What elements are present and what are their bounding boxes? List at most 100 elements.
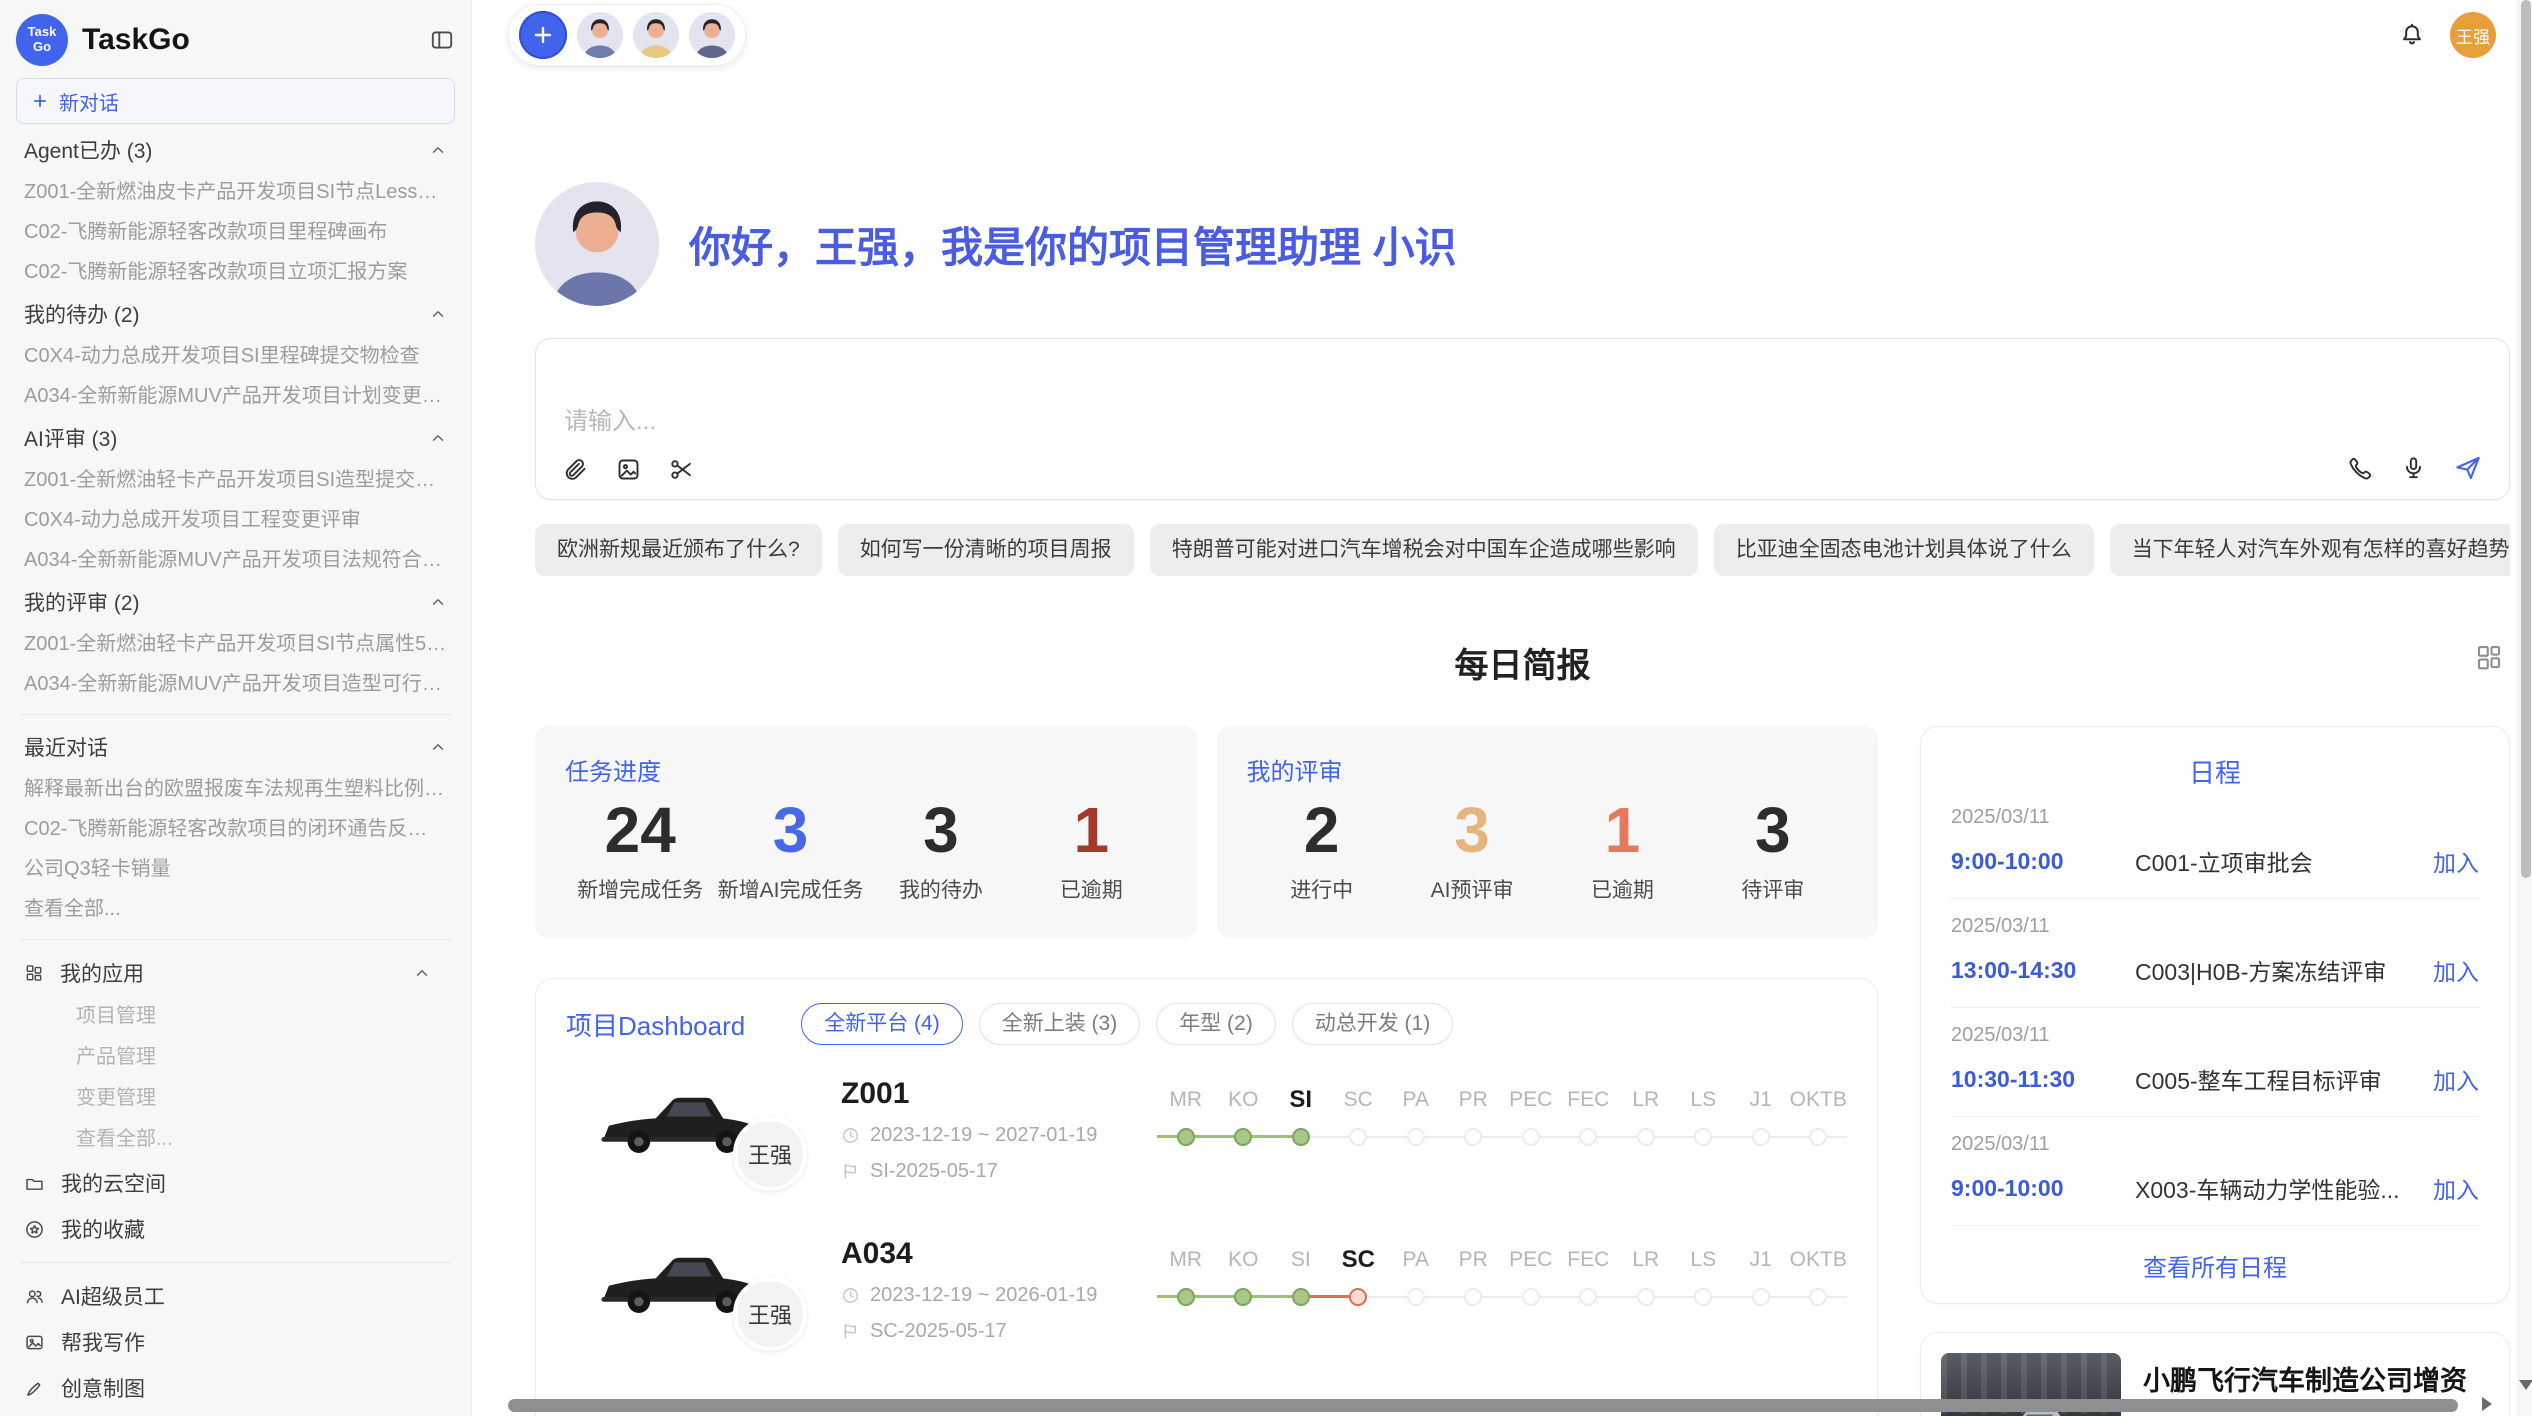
sidebar-item[interactable]: 我的云空间: [16, 1160, 455, 1206]
stat-values: 24 新增完成任务 3 新增AI完成任务 3 我的待办 1 已逾期: [565, 789, 1167, 904]
schedule-title: 日程: [1951, 753, 2479, 790]
schedule-time: 10:30-11:30: [1951, 1066, 2113, 1093]
divider: [20, 939, 451, 940]
sidebar-item[interactable]: Z001-全新燃油轻卡产品开发项目SI节点属性5D文件评审: [16, 624, 455, 664]
sidebar-section-header[interactable]: AI评审 (3): [16, 416, 455, 460]
app-logo: Task Go: [16, 14, 68, 66]
stat-card-title: 任务进度: [565, 752, 1167, 787]
suggestion-chip[interactable]: 比亚迪全固态电池计划具体说了什么: [1714, 524, 2094, 576]
join-link[interactable]: 加入: [2433, 1062, 2479, 1096]
horizontal-scrollbar[interactable]: [508, 1399, 2458, 1413]
stat-label: 我的待办: [866, 874, 1016, 904]
view-all-schedule-link[interactable]: 查看所有日程: [1951, 1226, 2479, 1283]
vertical-scrollbar-thumb[interactable]: [2521, 0, 2531, 878]
plus-icon: [31, 92, 49, 110]
sidebar-app-item[interactable]: 项目管理: [16, 996, 455, 1037]
horizontal-scrollbar-thumb[interactable]: [508, 1399, 2458, 1412]
milestone-dot: [1809, 1288, 1827, 1306]
image-icon[interactable]: [615, 456, 642, 483]
stat: 3 待评审: [1698, 789, 1848, 904]
milestone-dot: [1234, 1288, 1252, 1306]
phone-icon[interactable]: [2347, 455, 2374, 482]
sidebar-app-item[interactable]: 变更管理: [16, 1078, 455, 1119]
sidebar-section-header[interactable]: 最近对话: [16, 725, 455, 769]
user-avatar[interactable]: 王强: [2450, 12, 2496, 58]
stat-value: 1: [1016, 789, 1166, 872]
sidebar-app-item[interactable]: 产品管理: [16, 1037, 455, 1078]
bell-icon[interactable]: [2398, 21, 2426, 49]
milestone-track: MR KO SI SC PA PR PEC FEC LR LS: [1157, 1245, 1847, 1337]
sidebar-item[interactable]: C0X4-动力总成开发项目SI里程碑提交物检查: [16, 336, 455, 376]
sidebar-item-label: 我的收藏: [61, 1214, 145, 1244]
sidebar-item[interactable]: 解释最新出台的欧盟报废车法规再生塑料比例被调至15%...: [16, 769, 455, 809]
sidebar-recent-section: 最近对话 解释最新出台的欧盟报废车法规再生塑料比例被调至15%...C02-飞腾…: [16, 725, 455, 929]
sidebar-section-title: 我的评审 (2): [24, 587, 140, 617]
sidebar-item[interactable]: C02-飞腾新能源轻客改款项目的闭环通告反馈情况: [16, 809, 455, 849]
stat-label: 已逾期: [1547, 874, 1697, 904]
sidebar-collapse-icon[interactable]: [429, 27, 455, 53]
agent-avatar[interactable]: [689, 12, 735, 58]
dashboard-filter-pill[interactable]: 全新平台 (4): [801, 1003, 963, 1045]
agent-avatar[interactable]: [633, 12, 679, 58]
sidebar-item[interactable]: C0X4-动力总成开发项目工程变更评审: [16, 500, 455, 540]
suggestion-chip[interactable]: 如何写一份清晰的项目周报: [838, 524, 1134, 576]
milestone-dot: [1292, 1288, 1310, 1306]
sidebar-item[interactable]: Z001-全新燃油皮卡产品开发项目SI节点Lesson Learn报告: [16, 172, 455, 212]
dashboard-filter-pill[interactable]: 年型 (2): [1156, 1003, 1276, 1045]
scissors-icon[interactable]: [668, 456, 695, 483]
sidebar-item-my-apps[interactable]: 我的应用: [16, 950, 455, 996]
microphone-icon[interactable]: [2400, 455, 2427, 482]
assistant-avatar: [535, 182, 659, 306]
sidebar-item[interactable]: 公司Q3轻卡销量: [16, 849, 455, 889]
sidebar-item[interactable]: C02-飞腾新能源轻客改款项目里程碑画布: [16, 212, 455, 252]
scroll-right-arrow-icon[interactable]: [2482, 1397, 2492, 1411]
add-agent-button[interactable]: [519, 11, 567, 59]
agent-avatar[interactable]: [577, 12, 623, 58]
sidebar-item[interactable]: Z001-全新燃油轻卡产品开发项目SI造型提交物评审: [16, 460, 455, 500]
sidebar-item[interactable]: 我的收藏: [16, 1206, 455, 1252]
milestone-dot: [1292, 1128, 1310, 1146]
vertical-scrollbar[interactable]: [2518, 0, 2532, 1416]
new-chat-button[interactable]: 新对话: [16, 78, 455, 124]
send-icon[interactable]: [2453, 453, 2483, 483]
join-link[interactable]: 加入: [2433, 1171, 2479, 1205]
milestone-label: OKTB: [1776, 1085, 1860, 1115]
sidebar-section-header[interactable]: 我的评审 (2): [16, 580, 455, 624]
chat-input-placeholder: 请输入...: [564, 401, 656, 436]
sidebar-item[interactable]: 创意制图: [16, 1365, 455, 1411]
clock-icon: [841, 1286, 860, 1305]
project-row[interactable]: 王强 A034 2023-12-19 ~ 2026-01-19 SC-2025-…: [566, 1233, 1847, 1365]
paperclip-icon[interactable]: [562, 456, 589, 483]
dashboard-filter-pill[interactable]: 动总开发 (1): [1292, 1003, 1454, 1045]
stat-label: 进行中: [1247, 874, 1397, 904]
dashboard-filter-pill[interactable]: 全新上装 (3): [979, 1003, 1141, 1045]
sidebar-item[interactable]: A034-全新新能源MUV产品开发项目造型可行性评审: [16, 664, 455, 704]
project-owner-badge: 王强: [733, 1277, 807, 1351]
sidebar-item[interactable]: 查看全部...: [16, 889, 455, 929]
sidebar-app-item[interactable]: 查看全部...: [16, 1119, 455, 1160]
layout-grid-icon[interactable]: [2474, 642, 2504, 672]
schedule-item: 2025/03/11 10:30-11:30 C005-整车工程目标评审 加入: [1951, 1008, 2479, 1117]
stat-label: 已逾期: [1016, 874, 1166, 904]
suggestion-chip[interactable]: 特朗普可能对进口汽车增税会对中国车企造成哪些影响: [1150, 524, 1698, 576]
agent-avatars: [577, 12, 735, 58]
chevron-up-icon: [429, 738, 447, 756]
suggestion-chip[interactable]: 当下年轻人对汽车外观有怎样的喜好趋势: [2110, 524, 2510, 576]
milestone-dot: [1694, 1128, 1712, 1146]
sidebar-section-header[interactable]: 我的待办 (2): [16, 292, 455, 336]
sidebar-item[interactable]: AI超级员工: [16, 1273, 455, 1319]
join-link[interactable]: 加入: [2433, 953, 2479, 987]
sidebar-section-header[interactable]: Agent已办 (3): [16, 128, 455, 172]
sidebar-item[interactable]: A034-全新新能源MUV产品开发项目法规符合性评审: [16, 540, 455, 580]
sidebar-item[interactable]: C02-飞腾新能源轻客改款项目立项汇报方案: [16, 252, 455, 292]
suggestion-chip[interactable]: 欧洲新规最近颁布了什么?: [535, 524, 822, 576]
sidebar-item[interactable]: 帮我写作: [16, 1319, 455, 1365]
project-row[interactable]: 王强 Z001 2023-12-19 ~ 2027-01-19 SI-2025-…: [566, 1073, 1847, 1205]
stat-value: 24: [565, 789, 715, 872]
stats-row: 任务进度 24 新增完成任务 3 新增AI完成任务 3 我的待办 1 已逾期: [535, 726, 1878, 938]
sidebar-item[interactable]: A034-全新新能源MUV产品开发项目计划变更表编写: [16, 376, 455, 416]
scroll-down-arrow-icon[interactable]: [2519, 1380, 2532, 1390]
chat-input[interactable]: 请输入...: [535, 338, 2510, 500]
chevron-up-icon: [429, 429, 447, 447]
join-link[interactable]: 加入: [2433, 844, 2479, 878]
